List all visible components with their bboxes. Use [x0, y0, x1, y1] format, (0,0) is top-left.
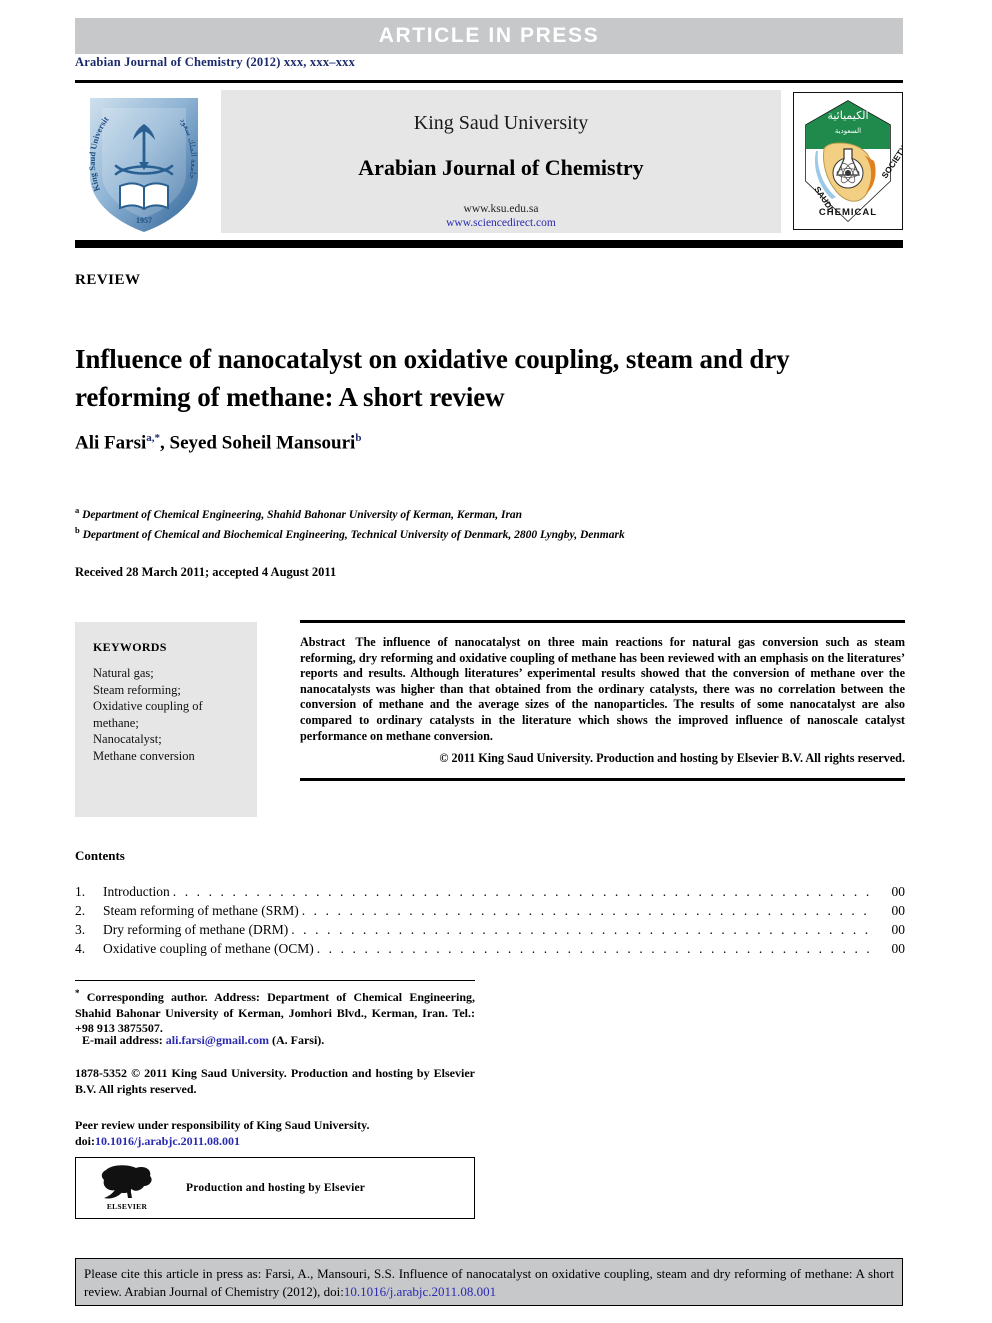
svg-text:الكيميائية: الكيميائية — [827, 109, 868, 122]
abstract-text: The influence of nanocatalyst on three m… — [300, 635, 905, 743]
abstract-body: Abstract The influence of nanocatalyst on… — [300, 635, 905, 744]
saudi-chemical-society-logo: الكيميائية السعودية CHEMICAL SAUDI SOCIE… — [793, 92, 909, 230]
peer-review-text: Peer review under responsibility of King… — [75, 1118, 370, 1132]
toc-label[interactable]: Steam reforming of methane (SRM) — [103, 901, 302, 920]
author-marks-2: b — [355, 432, 362, 444]
doi-label: doi: — [75, 1134, 96, 1148]
keyword-item: Natural gas; — [93, 666, 154, 680]
journal-reference-line: Arabian Journal of Chemistry (2012) xxx,… — [75, 55, 356, 69]
masthead-top-rule — [75, 80, 903, 83]
doi-link[interactable]: 10.1016/j.arabjc.2011.08.001 — [95, 1134, 240, 1148]
abstract-section: Abstract The influence of nanocatalyst on… — [300, 620, 905, 782]
email-link[interactable]: ali.farsi@gmail.com — [166, 1033, 269, 1047]
footnote-rule — [75, 980, 475, 981]
elsevier-logo: ELSEVIER — [98, 1164, 156, 1214]
toc-number: 4. — [75, 941, 86, 956]
article-in-press-label: ARTICLE IN PRESS — [378, 24, 600, 47]
corresponding-author-mark: * — [75, 988, 80, 998]
toc-label[interactable]: Introduction — [103, 882, 173, 901]
toc-number: 3. — [75, 922, 86, 937]
affiliation-mark-b: b — [75, 525, 80, 536]
author-marks-1: a,* — [146, 432, 160, 444]
journal-title: Arabian Journal of Chemistry — [358, 155, 644, 180]
toc-row[interactable]: 3. Dry reforming of methane (DRM) . . . … — [75, 920, 905, 939]
abstract-copyright: © 2011 King Saud University. Production … — [439, 751, 905, 766]
cite-this-article-text: Please cite this article in press as: Fa… — [84, 1265, 894, 1301]
toc-leader: . . . . . . . . . . . . . . . . . . . . … — [301, 903, 875, 918]
toc-row[interactable]: 2. Steam reforming of methane (SRM) . . … — [75, 901, 905, 920]
author-separator: , — [160, 432, 170, 454]
email-suffix: (A. Farsi). — [271, 1033, 325, 1047]
king-saud-university-logo: King Saud University جامعة الملك سعود — [78, 82, 208, 236]
author-list: Ali Farsia,*, Seyed Soheil Mansourib — [75, 432, 885, 454]
toc-leader: . . . . . . . . . . . . . . . . . . . . … — [291, 922, 875, 937]
keywords-box: KEYWORDS Natural gas; Steam reforming; O… — [75, 622, 257, 817]
affiliation-text-a: Department of Chemical Engineering, Shah… — [82, 508, 523, 521]
email-label: E-mail address: — [82, 1033, 163, 1047]
ksu-url[interactable]: www.ksu.edu.sa — [221, 203, 781, 215]
toc-page-number: 00 — [891, 941, 906, 956]
toc-page-number: 00 — [891, 903, 906, 918]
article-type-label: REVIEW — [75, 272, 141, 288]
toc-page-number: 00 — [891, 884, 906, 899]
svg-text:السعودية: السعودية — [835, 127, 861, 135]
elsevier-production-box: ELSEVIER Production and hosting by Elsev… — [75, 1157, 475, 1219]
elsevier-production-text: Production and hosting by Elsevier — [186, 1182, 366, 1194]
affiliation-text-b: Department of Chemical and Biochemical E… — [82, 529, 625, 542]
masthead-title-box: King Saud University Arabian Journal of … — [221, 90, 781, 233]
affiliation-mark-a: a — [75, 505, 80, 515]
corresponding-author-note: * Corresponding author. Address: Departm… — [75, 986, 475, 1037]
affiliation-list: a Department of Chemical Engineering, Sh… — [75, 503, 905, 544]
sciencedirect-url[interactable]: www.sciencedirect.com — [221, 217, 781, 229]
page-title: Influence of nanocatalyst on oxidative c… — [75, 344, 790, 413]
toc-leader: . . . . . . . . . . . . . . . . . . . . … — [316, 941, 875, 956]
corresponding-author-text: Corresponding author. Address: Departmen… — [75, 990, 476, 1035]
affiliation-b: b Department of Chemical and Biochemical… — [75, 523, 905, 543]
toc-label[interactable]: Oxidative coupling of methane (OCM) — [103, 939, 317, 958]
toc-page-number: 00 — [891, 922, 906, 937]
cite-doi-link[interactable]: 10.1016/j.arabjc.2011.08.001 — [344, 1284, 496, 1299]
elsevier-tree-icon — [101, 1165, 152, 1199]
contents-heading: Contents — [75, 848, 125, 863]
toc-row[interactable]: 4. Oxidative coupling of methane (OCM) .… — [75, 939, 905, 958]
issn-copyright-note: 1878-5352 © 2011 King Saud University. P… — [75, 1066, 475, 1096]
keyword-item: Nanocatalyst; — [93, 732, 162, 746]
table-of-contents: 1. Introduction . . . . . . . . . . . . … — [75, 882, 905, 958]
masthead-bottom-rule — [75, 240, 903, 248]
doi-line: doi:10.1016/j.arabjc.2011.08.001 — [75, 1133, 485, 1149]
keyword-item: Steam reforming; — [93, 682, 181, 697]
email-note: E-mail address: ali.farsi@gmail.com (A. … — [82, 1033, 482, 1048]
toc-row[interactable]: 1. Introduction . . . . . . . . . . . . … — [75, 882, 905, 901]
article-in-press-banner: ARTICLE IN PRESS — [75, 18, 903, 54]
abstract-label: Abstract — [300, 635, 346, 649]
publisher-name: King Saud University — [413, 112, 589, 134]
keyword-item: Oxidative coupling of — [93, 699, 203, 713]
toc-number: 2. — [75, 903, 86, 918]
keyword-item: Methane conversion — [93, 748, 195, 763]
article-dates: Received 28 March 2011; accepted 4 Augus… — [75, 565, 337, 579]
toc-number: 1. — [75, 884, 86, 899]
abstract-bottom-rule — [300, 778, 905, 782]
toc-label[interactable]: Dry reforming of methane (DRM) — [103, 920, 291, 939]
keywords-heading: KEYWORDS — [93, 640, 167, 654]
svg-text:1957: 1957 — [136, 216, 152, 225]
keyword-item: methane; — [93, 715, 139, 730]
affiliation-a: a Department of Chemical Engineering, Sh… — [75, 503, 905, 523]
author-name-2: Seyed Soheil Mansouri — [169, 432, 356, 454]
cite-this-article-box: Please cite this article in press as: Fa… — [75, 1258, 903, 1306]
journal-masthead: King Saud University جامعة الملك سعود — [75, 82, 909, 236]
author-name-1: Ali Farsi — [75, 432, 147, 454]
elsevier-wordmark: ELSEVIER — [106, 1202, 148, 1211]
toc-leader: . . . . . . . . . . . . . . . . . . . . … — [172, 884, 875, 899]
keywords-list: Natural gas; Steam reforming; Oxidative … — [93, 665, 243, 764]
abstract-top-rule — [300, 620, 905, 623]
peer-review-note: Peer review under responsibility of King… — [75, 1117, 485, 1149]
article-first-page: ARTICLE IN PRESS Arabian Journal of Chem… — [0, 0, 992, 1323]
